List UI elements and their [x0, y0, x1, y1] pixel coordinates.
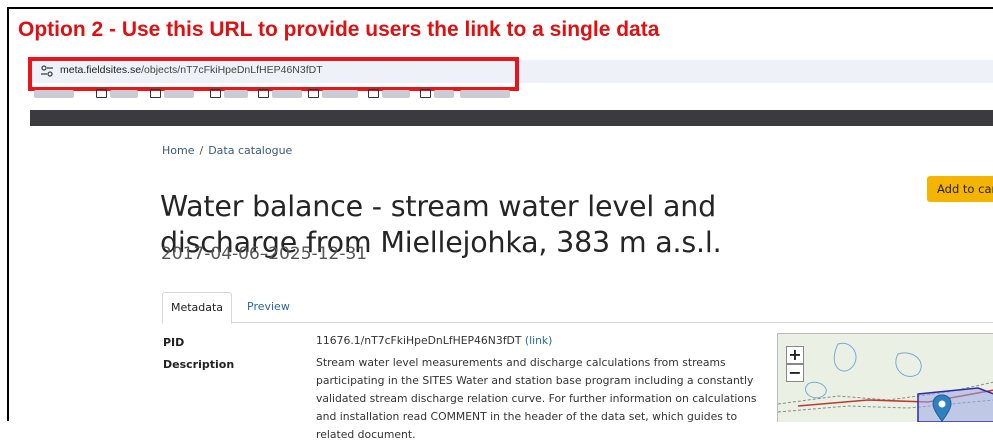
tab-metadata[interactable]: Metadata — [162, 292, 232, 324]
folder-icon — [368, 89, 379, 98]
bookmark-item[interactable] — [382, 90, 410, 98]
location-map[interactable]: + − — [777, 333, 993, 422]
map-zoom-in-button[interactable]: + — [786, 346, 804, 364]
breadcrumb: Home / Data catalogue — [162, 144, 292, 157]
tab-bar: Metadata Preview — [162, 292, 993, 324]
breadcrumb-home[interactable]: Home — [162, 144, 194, 157]
map-marker-icon[interactable] — [932, 394, 952, 422]
map-zoom-out-button[interactable]: − — [786, 364, 804, 382]
folder-icon — [420, 89, 431, 98]
date-range: 2017-04-06–2025-12-31 — [161, 244, 368, 264]
add-to-cart-button[interactable]: Add to cart — [927, 176, 993, 202]
tab-preview[interactable]: Preview — [247, 292, 290, 322]
bookmark-item[interactable] — [434, 90, 454, 98]
description-value: Stream water level measurements and disc… — [316, 356, 757, 441]
site-nav-bar — [30, 110, 993, 126]
bookmark-item[interactable] — [272, 90, 302, 98]
breadcrumb-data-catalogue[interactable]: Data catalogue — [208, 144, 292, 157]
folder-icon — [96, 89, 107, 98]
map-background — [778, 334, 993, 422]
folder-icon — [210, 89, 221, 98]
bookmark-item[interactable] — [224, 90, 248, 98]
folder-icon — [308, 89, 319, 98]
pid-value: 11676.1/nT7cFkiHpeDnLfHEP46N3fDT — [316, 334, 522, 347]
bookmark-item[interactable] — [110, 90, 138, 98]
description-label: Description — [163, 358, 235, 371]
breadcrumb-separator: / — [199, 144, 204, 157]
folder-icon — [258, 89, 269, 98]
pid-value-row: 11676.1/nT7cFkiHpeDnLfHEP46N3fDT (link) — [316, 332, 552, 350]
folder-icon — [150, 89, 161, 98]
pid-link[interactable]: (link) — [525, 334, 553, 347]
pid-label: PID — [163, 336, 185, 349]
bookmark-item[interactable] — [460, 90, 510, 98]
bookmark-item[interactable] — [34, 90, 74, 98]
bookmark-item[interactable] — [322, 90, 358, 98]
bookmark-item[interactable] — [164, 90, 194, 98]
bookmarks-bar — [30, 84, 993, 104]
annotation-caption: Option 2 - Use this URL to provide users… — [18, 18, 660, 41]
